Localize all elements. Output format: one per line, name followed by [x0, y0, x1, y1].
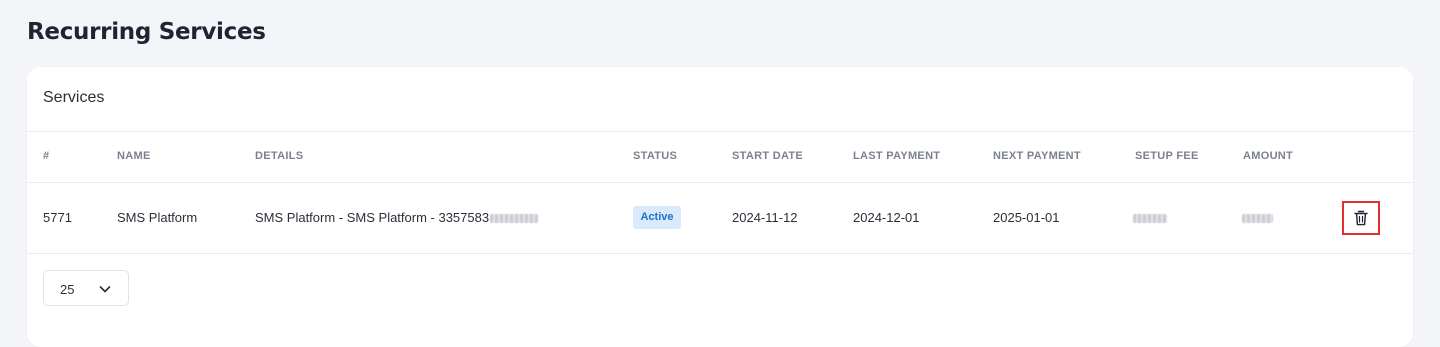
- column-header-next-payment: NEXT PAYMENT: [993, 150, 1081, 162]
- column-header-last-payment: LAST PAYMENT: [853, 150, 941, 162]
- row-start-date: 2024-11-12: [732, 210, 798, 225]
- column-header-details: DETAILS: [255, 150, 304, 162]
- column-header-start-date: START DATE: [732, 150, 804, 162]
- column-header-setup-fee: SETUP FEE: [1135, 150, 1199, 162]
- redacted-amount: [1242, 214, 1273, 224]
- header-divider-bottom: [27, 182, 1413, 183]
- redacted-setup-fee: [1133, 214, 1167, 224]
- page-title: Recurring Services: [27, 19, 266, 45]
- trash-icon: [1354, 210, 1368, 226]
- page-size-select[interactable]: 25: [43, 270, 129, 306]
- chevron-down-icon: [99, 286, 111, 293]
- row-id: 5771: [43, 210, 72, 225]
- row-next-payment: 2025-01-01: [993, 210, 1060, 225]
- services-card: Services # NAME DETAILS STATUS START DAT…: [27, 67, 1413, 347]
- delete-button[interactable]: [1342, 201, 1380, 235]
- card-title: Services: [43, 89, 105, 106]
- row-last-payment: 2024-12-01: [853, 210, 920, 225]
- row-amount: [1242, 210, 1273, 225]
- column-header-amount: AMOUNT: [1243, 150, 1294, 162]
- column-header-id: #: [43, 150, 50, 162]
- row-name: SMS Platform: [117, 210, 198, 225]
- row-details-cell: SMS Platform - SMS Platform - 3357583: [255, 210, 539, 225]
- row-divider: [27, 253, 1413, 254]
- status-badge: Active: [633, 206, 681, 229]
- page-size-value: 25: [60, 282, 75, 297]
- column-header-name: NAME: [117, 150, 151, 162]
- column-header-status: STATUS: [633, 150, 678, 162]
- row-details: SMS Platform - SMS Platform - 3357583: [255, 210, 490, 225]
- redacted-details-suffix: [490, 214, 539, 224]
- header-divider-top: [27, 131, 1413, 132]
- row-setup-fee: [1133, 210, 1167, 225]
